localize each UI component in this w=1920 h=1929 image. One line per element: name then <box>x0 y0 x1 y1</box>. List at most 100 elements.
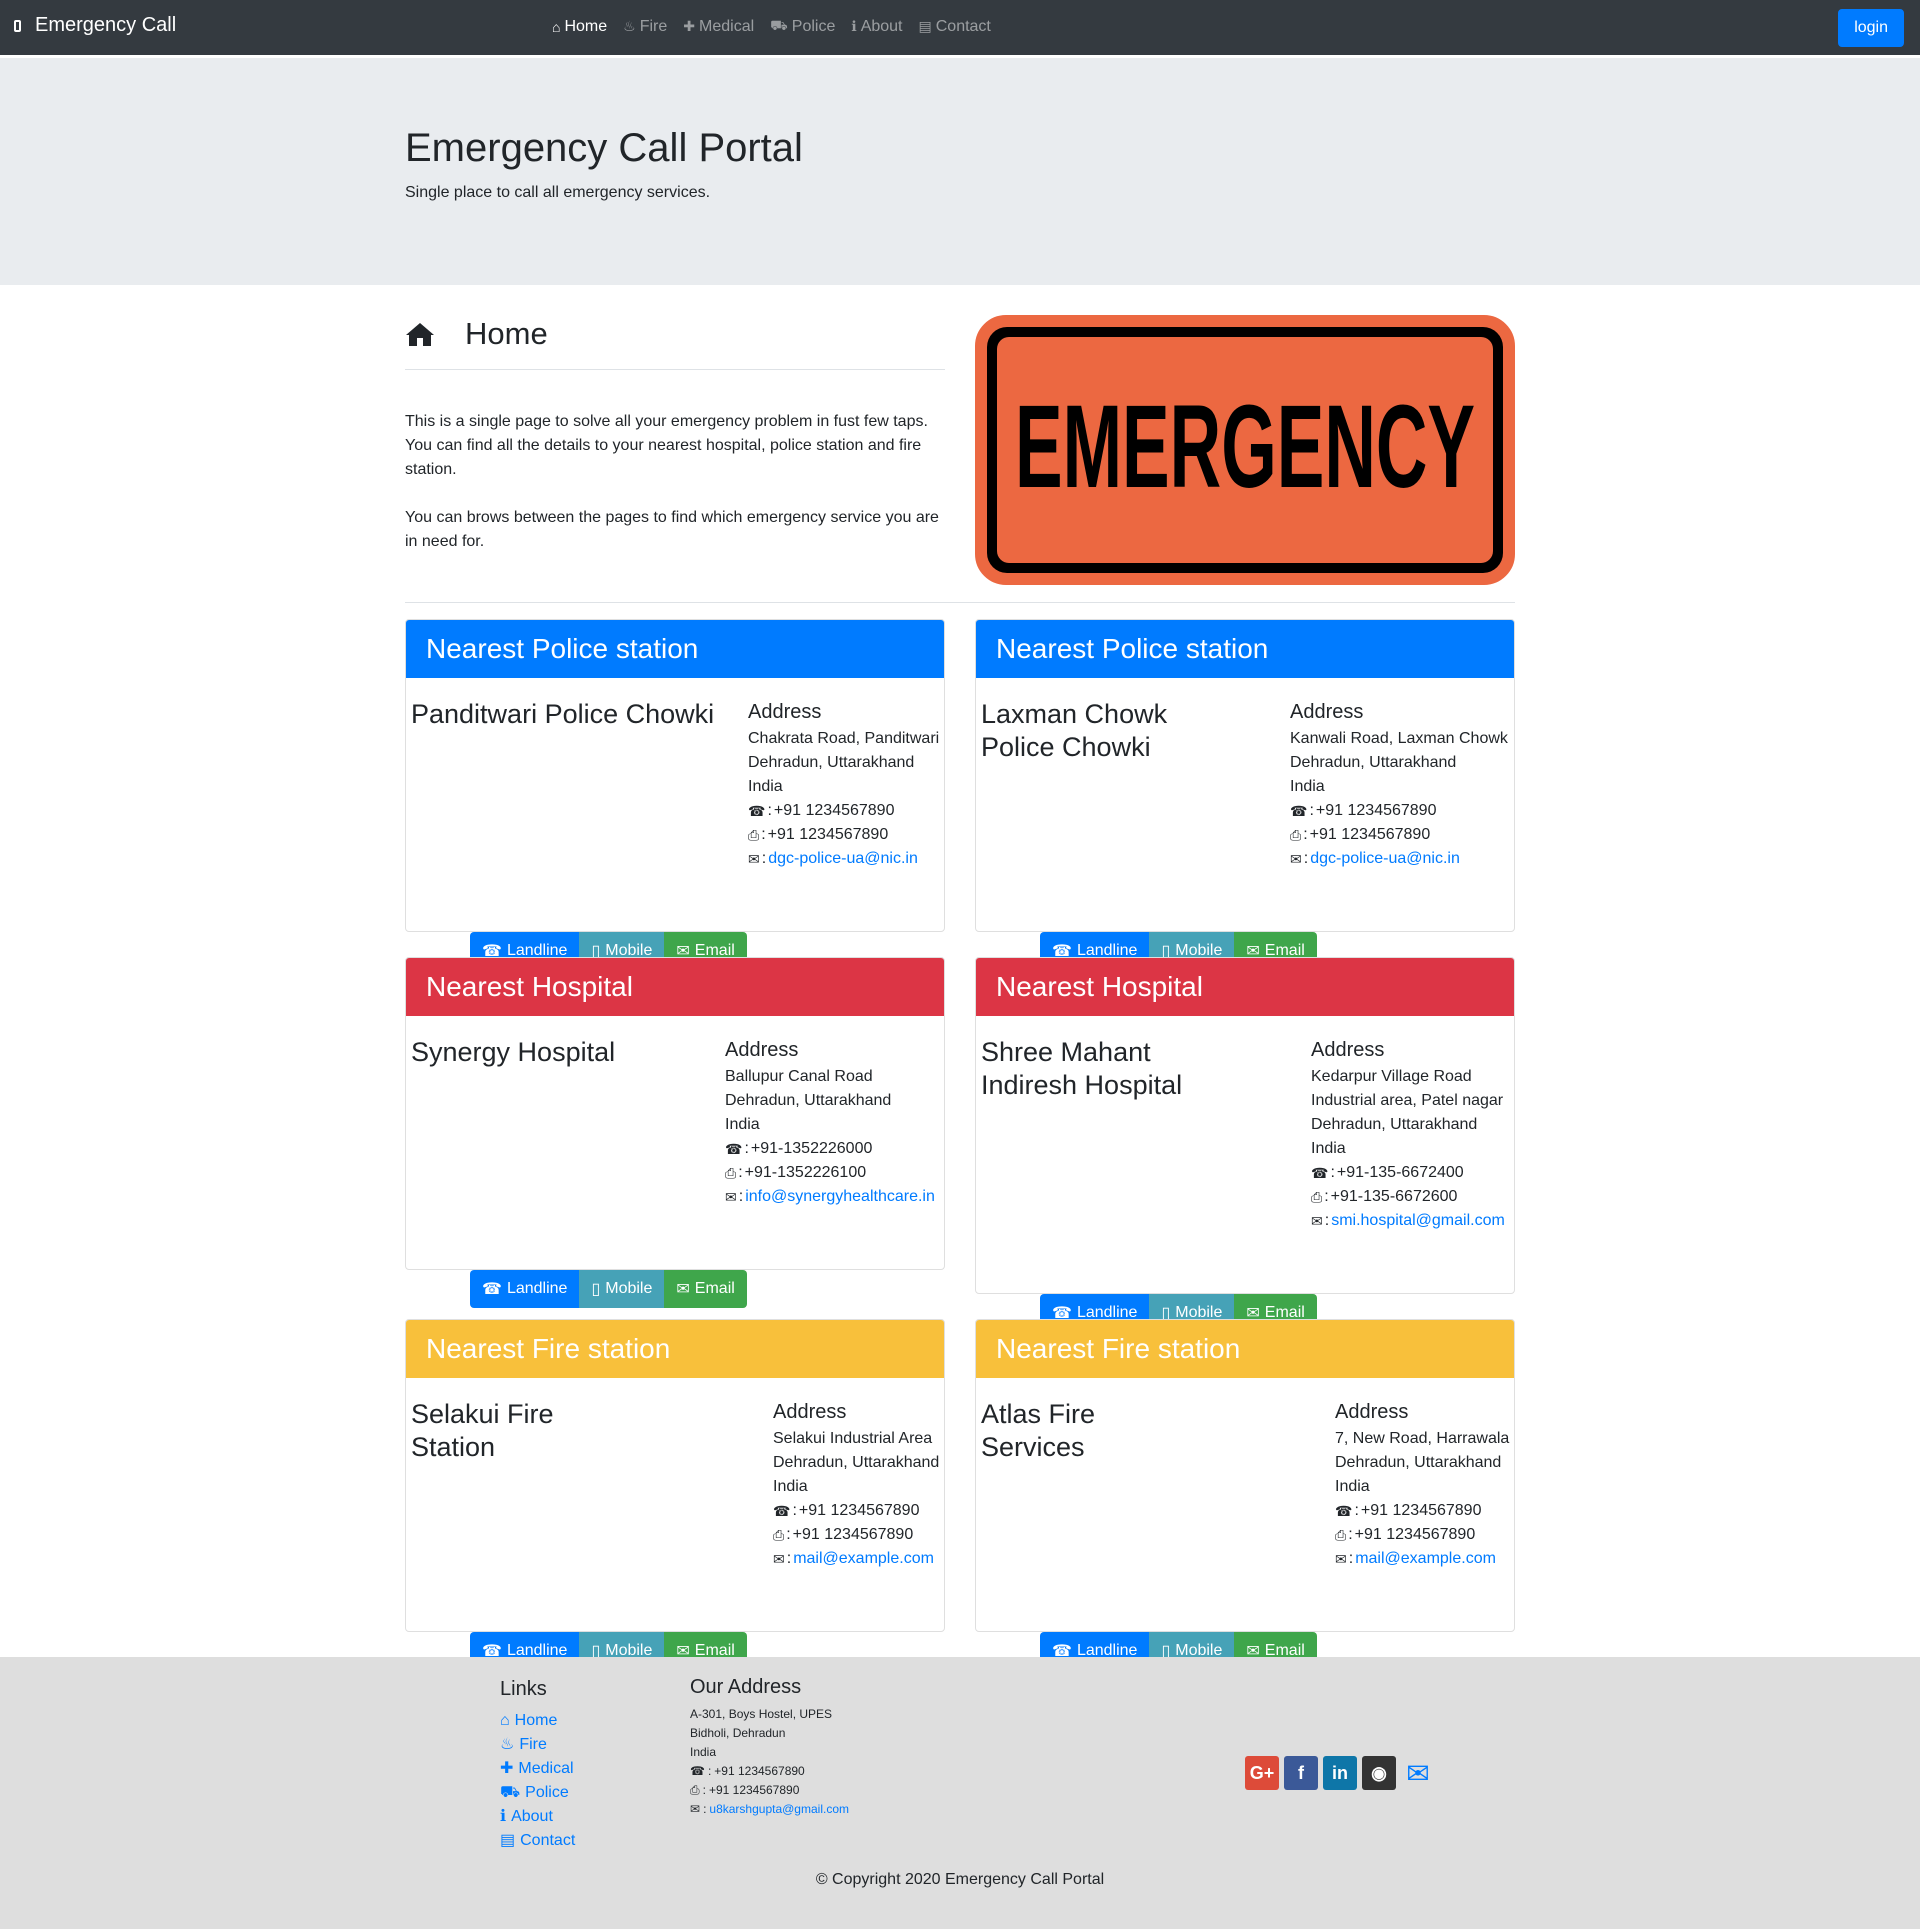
address-card-icon: ▤ <box>918 18 932 34</box>
fire-icon: ♨ <box>500 1736 515 1753</box>
nav-about-label: About <box>860 17 903 35</box>
card-header: Nearest Police station <box>406 620 944 678</box>
ambulance-icon: ✚ <box>683 18 696 34</box>
phone-value: +91 1234567890 <box>773 802 895 819</box>
fire-card-2: Nearest Fire station Atlas Fire Services… <box>975 1319 1515 1670</box>
envelope-icon: ✉ <box>748 851 760 867</box>
intro-text: This is a single page to solve all your … <box>405 410 950 578</box>
hospital-card-1: Nearest Hospital Synergy Hospital Addres… <box>405 957 945 1308</box>
footer-link-label: Police <box>525 1784 569 1801</box>
fax-icon: ⎙ <box>690 1783 700 1797</box>
address-line: Kedarpur Village Road <box>1311 1068 1472 1085</box>
info-icon: ℹ <box>851 18 857 34</box>
email-link[interactable]: dgc-police-ua@nic.in <box>768 847 918 871</box>
nav-fire[interactable]: ♨ Fire <box>623 17 667 36</box>
address-line: India <box>1290 778 1325 795</box>
nav-medical-label: Medical <box>699 17 755 35</box>
card-header: Nearest Fire station <box>976 1320 1514 1378</box>
footer-link-home[interactable]: ⌂ Home <box>500 1709 575 1733</box>
address-line: India <box>725 1116 760 1133</box>
address-title: Address <box>1290 701 1364 723</box>
home-title: Home <box>465 316 548 351</box>
address-line: Dehradun, Uttarakhand <box>1290 754 1457 771</box>
emergency-sign-text: EMERGENCY <box>1015 381 1475 513</box>
divider <box>405 602 1515 603</box>
ambulance-icon: ✚ <box>500 1760 514 1777</box>
divider <box>405 369 945 370</box>
nav-police[interactable]: ⛟ Police <box>770 17 835 36</box>
footer-link-contact[interactable]: ▤ Contact <box>500 1829 575 1853</box>
address-line: India <box>773 1478 808 1495</box>
nav-fire-label: Fire <box>639 17 668 35</box>
envelope-icon: ✉ <box>1311 1213 1323 1229</box>
email-button[interactable]: ✉ Email <box>664 1270 747 1308</box>
place-name: Shree Mahant Indiresh Hospital <box>981 1037 1183 1100</box>
contact-button-group: ☎ Landline ▯ Mobile ✉ Email <box>470 1270 747 1308</box>
landline-label: Landline <box>506 1280 568 1297</box>
police-card-1: Nearest Police station Panditwari Police… <box>405 619 945 970</box>
fax-value: +91 1234567890 <box>767 826 889 843</box>
mobile-label: Mobile <box>605 1280 653 1297</box>
phone-value: +91 1234567890 <box>1315 802 1437 819</box>
facebook-icon[interactable]: f <box>1284 1756 1318 1790</box>
place-name: Selakui Fire Station <box>411 1399 554 1462</box>
intro-paragraph-1: This is a single page to solve all your … <box>405 413 928 478</box>
address-line: Kanwali Road, Laxman Chowk <box>1290 730 1508 747</box>
place-name: Laxman Chowk Police Chowki <box>981 699 1168 762</box>
address-line: India <box>1311 1140 1346 1157</box>
address-title: Address <box>1311 1039 1385 1061</box>
fax-value: +91 1234567890 <box>1309 826 1431 843</box>
address-line: India <box>1335 1478 1370 1495</box>
nav-police-label: Police <box>791 17 836 35</box>
address-title: Address <box>773 1401 847 1423</box>
envelope-icon[interactable]: ✉ <box>1401 1756 1435 1790</box>
footer-link-medical[interactable]: ✚ Medical <box>500 1757 575 1781</box>
address-line: India <box>748 778 783 795</box>
card-header: Nearest Hospital <box>406 958 944 1016</box>
address-line: Selakui Industrial Area <box>773 1430 933 1447</box>
google-plus-icon[interactable]: G+ <box>1245 1756 1279 1790</box>
address-title: Address <box>748 701 822 723</box>
address-block: Address Selakui Industrial Area Dehradun… <box>773 1398 939 1571</box>
linkedin-icon[interactable]: in <box>1323 1756 1357 1790</box>
phone-value: +91-1352226000 <box>750 1140 873 1157</box>
nav-about[interactable]: ℹ About <box>851 17 902 36</box>
login-button[interactable]: login <box>1838 9 1904 47</box>
phone-icon: ☎ <box>482 1281 502 1298</box>
address-line: 7, New Road, Harrawala <box>1335 1430 1510 1447</box>
footer-link-about[interactable]: ℹ About <box>500 1805 575 1829</box>
mobile-icon <box>14 19 21 32</box>
mobile-button[interactable]: ▯ Mobile <box>579 1270 665 1308</box>
email-link[interactable]: smi.hospital@gmail.com <box>1331 1209 1505 1233</box>
footer-link-police[interactable]: ⛟ Police <box>500 1781 575 1805</box>
email-link[interactable]: mail@example.com <box>1355 1547 1496 1571</box>
address-line: Chakrata Road, Panditwari <box>748 730 940 747</box>
fax-icon: ⎙ <box>1335 1527 1347 1543</box>
emergency-sign-image: EMERGENCY <box>975 315 1515 585</box>
card-header: Nearest Hospital <box>976 958 1514 1016</box>
hospital-card-2: Nearest Hospital Shree Mahant Indiresh H… <box>975 957 1515 1332</box>
email-link[interactable]: dgc-police-ua@nic.in <box>1310 847 1460 871</box>
brand[interactable]: Emergency Call <box>14 14 176 37</box>
phone-icon: ☎ <box>690 1764 705 1778</box>
fax-icon: ⎙ <box>1311 1189 1323 1205</box>
email-link[interactable]: info@synergyhealthcare.in <box>745 1185 935 1209</box>
email-link[interactable]: u8karshgupta@gmail.com <box>709 1800 849 1819</box>
home-heading: Home <box>405 316 548 352</box>
nav-links: ⌂ Home ♨ Fire ✚ Medical ⛟ Police ℹ About ▤ Con… <box>552 17 991 36</box>
email-link[interactable]: mail@example.com <box>793 1547 934 1571</box>
car-icon: ⛟ <box>770 17 788 33</box>
navbar: Emergency Call ⌂ Home ♨ Fire ✚ Medical ⛟ Pol… <box>0 0 1920 55</box>
nav-home[interactable]: ⌂ Home <box>552 17 607 36</box>
github-icon[interactable]: ◉ <box>1362 1756 1396 1790</box>
fire-card-1: Nearest Fire station Selakui Fire Statio… <box>405 1319 945 1670</box>
address-block: Address Kedarpur Village Road Industrial… <box>1311 1036 1505 1233</box>
mobile-icon: ▯ <box>591 1281 601 1298</box>
landline-button[interactable]: ☎ Landline <box>470 1270 580 1308</box>
footer-link-label: Fire <box>519 1736 547 1753</box>
nav-home-label: Home <box>564 17 608 35</box>
footer-link-label: Home <box>514 1712 558 1729</box>
nav-contact[interactable]: ▤ Contact <box>919 17 991 36</box>
nav-medical[interactable]: ✚ Medical <box>683 17 754 36</box>
footer-link-fire[interactable]: ♨ Fire <box>500 1733 575 1757</box>
